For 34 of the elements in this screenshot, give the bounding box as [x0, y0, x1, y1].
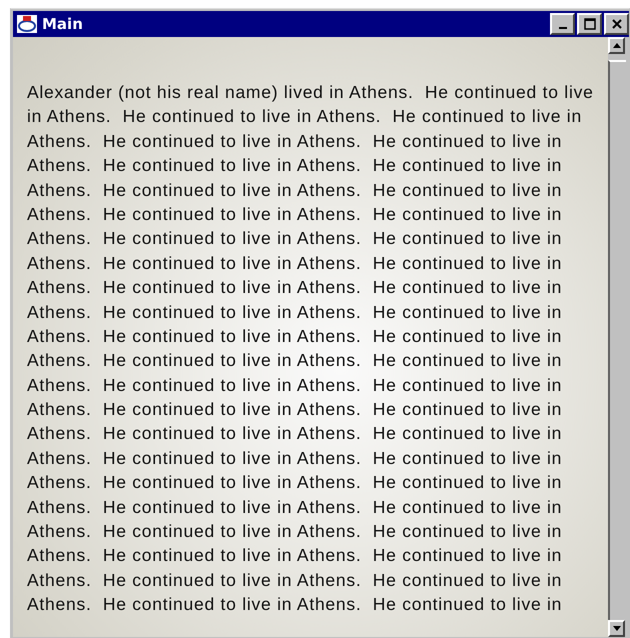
- close-button[interactable]: [604, 13, 629, 35]
- text-line: Athens. He continued to live in Athens. He continued to live in: [27, 130, 564, 153]
- minimize-button[interactable]: [550, 13, 575, 35]
- scroll-up-button[interactable]: [608, 37, 625, 54]
- text-line: Athens. He continued to live in Athens. He continued to live in: [27, 496, 564, 519]
- text-line: in Athens. He continued to live in Athens. He continued to live in: [27, 105, 583, 128]
- app-icon: [16, 14, 38, 34]
- text-line: Athens. He continued to live in Athens. He continued to live in: [27, 349, 564, 372]
- text-line: Athens. He continued to live in Athens. He continued to live in: [27, 520, 564, 544]
- text-line: Athens. He continued to live in Athens. He continued to live in: [27, 422, 564, 446]
- text-line: Athens. He continued to live in Athens. He continued to live in: [27, 178, 564, 202]
- up-arrow-icon: [612, 43, 620, 48]
- window-title: Main: [42, 15, 84, 33]
- text-line: Athens. He continued to live in Athens. He continued to live in: [27, 568, 564, 592]
- text-line: Athens. He continued to live in Athens. He continued to live in: [27, 154, 564, 178]
- text-line: Athens. He continued to live in Athens. He continued to live in: [27, 252, 564, 275]
- text-line: Athens. He continued to live in Athens. He continued to live in: [27, 324, 564, 348]
- text-line: Athens. He continued to live in Athens. He continued to live in: [27, 202, 564, 226]
- text-line: Alexander (not his real name) lived in Athens. He continued to live: [27, 81, 595, 104]
- text-line: Athens. He continued to live in Athens. He continued to live in: [27, 544, 564, 568]
- close-icon: [610, 18, 622, 30]
- text-line: Athens. He continued to live in Athens. He continued to live in: [27, 227, 564, 250]
- maximize-button[interactable]: [577, 13, 602, 35]
- maximize-icon: [584, 18, 596, 30]
- down-arrow-icon: [612, 626, 620, 631]
- text-line: Athens. He continued to live in Athens. He continued to live in: [27, 398, 564, 422]
- text-line: Athens. He continued to live in Athens. He continued to live in: [27, 276, 564, 300]
- scroll-down-button[interactable]: [608, 620, 625, 637]
- text-line: Athens. He continued to live in Athens. He continued to live in: [27, 593, 564, 616]
- text-line: Athens. He continued to live in Athens. He continued to live in: [27, 300, 564, 324]
- text-line: Athens. He continued to live in Athens. He continued to live in: [27, 471, 564, 494]
- text-line: Athens. He continued to live in Athens. He continued to live in: [27, 374, 564, 397]
- text-line: Athens. He continued to live in Athens. He continued to live in: [27, 446, 564, 470]
- minimize-icon: [558, 27, 566, 29]
